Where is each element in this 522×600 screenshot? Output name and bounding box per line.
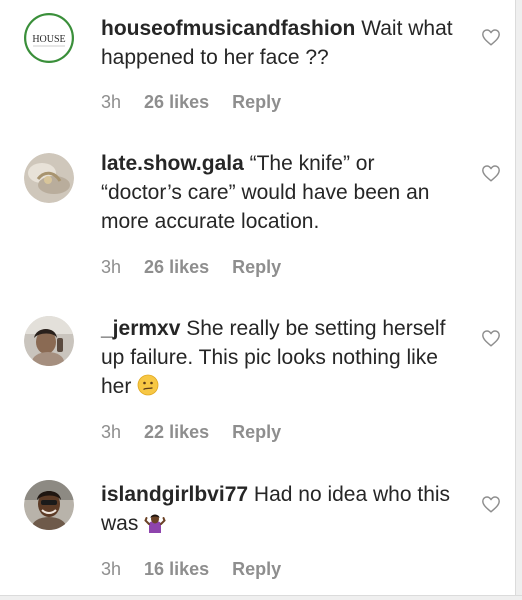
heart-outline-icon[interactable] (481, 329, 501, 347)
comment-username[interactable]: late.show.gala (101, 152, 244, 175)
reply-button[interactable]: Reply (232, 91, 281, 113)
comment-time[interactable]: 3h (101, 256, 121, 278)
scrollbar-edge (515, 0, 522, 600)
avatar-image: HOUSE (24, 13, 74, 63)
heart-outline-icon[interactable] (481, 164, 501, 182)
person-shrugging-icon (144, 514, 166, 533)
avatar-image (24, 480, 74, 530)
reply-button[interactable]: Reply (232, 256, 281, 278)
avatar[interactable] (24, 316, 74, 366)
avatar[interactable] (24, 480, 74, 530)
comment-item: _jermxv She really be setting herself up… (0, 305, 515, 470)
avatar-logo-text: HOUSE (32, 34, 65, 45)
avatar-image (24, 316, 74, 366)
comment-meta: 3h 16 likes Reply (101, 558, 281, 580)
reply-button[interactable]: Reply (232, 558, 281, 580)
comment-time[interactable]: 3h (101, 91, 121, 113)
comment-likes[interactable]: 22 likes (144, 421, 209, 443)
confused-face-icon (137, 374, 159, 396)
comment-username[interactable]: islandgirlbvi77 (101, 483, 248, 506)
reply-button[interactable]: Reply (232, 421, 281, 443)
avatar[interactable]: HOUSE (24, 13, 74, 63)
comment-likes[interactable]: 16 likes (144, 558, 209, 580)
comment-meta: 3h 26 likes Reply (101, 91, 281, 113)
comment-likes[interactable]: 26 likes (144, 256, 209, 278)
comment-meta: 3h 22 likes Reply (101, 421, 281, 443)
comment-time[interactable]: 3h (101, 558, 121, 580)
comment-text: islandgirlbvi77 Had no idea who this was (101, 480, 461, 538)
comment-username[interactable]: houseofmusicandfashion (101, 17, 355, 40)
comment-text: houseofmusicandfashion Wait what happene… (101, 14, 461, 72)
comment-item: late.show.gala “The knife” or “doctor’s … (0, 140, 515, 305)
avatar[interactable] (24, 153, 74, 203)
comment-text: late.show.gala “The knife” or “doctor’s … (101, 149, 461, 236)
comment-item: HOUSE houseofmusicandfashion Wait what h… (0, 0, 515, 140)
comment-meta: 3h 26 likes Reply (101, 256, 281, 278)
heart-outline-icon[interactable] (481, 28, 501, 46)
comment-item: islandgirlbvi77 Had no idea who this was… (0, 470, 515, 596)
comment-likes[interactable]: 26 likes (144, 91, 209, 113)
comment-time[interactable]: 3h (101, 421, 121, 443)
heart-outline-icon[interactable] (481, 495, 501, 513)
avatar-image (24, 153, 74, 203)
comment-username[interactable]: _jermxv (101, 317, 180, 340)
comment-text: _jermxv She really be setting herself up… (101, 314, 461, 401)
